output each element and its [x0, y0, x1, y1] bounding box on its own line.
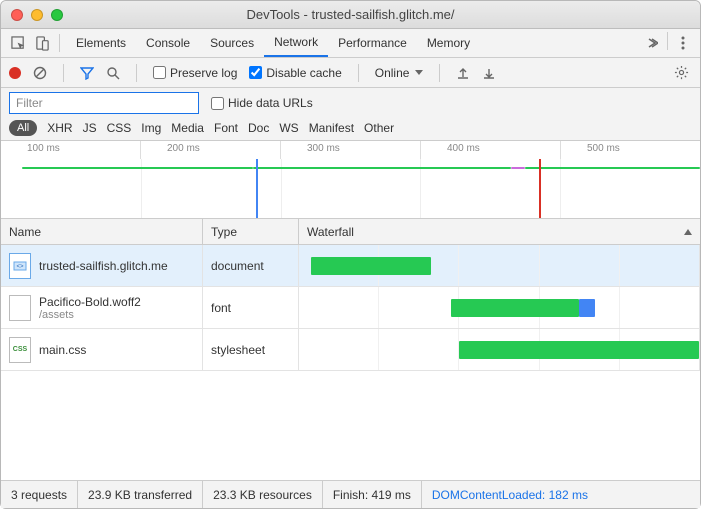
- request-name: main.css: [39, 343, 86, 357]
- clear-icon[interactable]: [33, 66, 47, 80]
- settings-gear-icon[interactable]: [670, 62, 692, 84]
- tab-sources[interactable]: Sources: [200, 29, 264, 57]
- col-waterfall[interactable]: Waterfall: [299, 219, 700, 244]
- status-finish: Finish: 419 ms: [323, 481, 422, 508]
- throttling-value: Online: [375, 66, 410, 80]
- disable-cache-label: Disable cache: [266, 66, 341, 80]
- device-toggle-icon[interactable]: [31, 32, 53, 54]
- tab-elements[interactable]: Elements: [66, 29, 136, 57]
- preserve-log-label: Preserve log: [170, 66, 237, 80]
- timeline-overview[interactable]: 100 ms 200 ms 300 ms 400 ms 500 ms: [1, 141, 700, 219]
- filter-js[interactable]: JS: [83, 121, 97, 135]
- panel-tabs: Elements Console Sources Network Perform…: [66, 29, 480, 57]
- filter-all[interactable]: All: [9, 120, 37, 136]
- col-type[interactable]: Type: [203, 219, 299, 244]
- filter-img[interactable]: Img: [141, 121, 161, 135]
- more-tabs-icon[interactable]: [641, 32, 663, 54]
- search-icon[interactable]: [106, 66, 120, 80]
- col-name[interactable]: Name: [1, 219, 203, 244]
- hide-data-urls-checkbox[interactable]: Hide data URLs: [211, 96, 313, 110]
- table-row[interactable]: CSS main.css stylesheet: [1, 329, 700, 371]
- tick-label: 300 ms: [280, 141, 420, 159]
- request-name: trusted-sailfish.glitch.me: [39, 259, 168, 273]
- waterfall-cell: [299, 245, 700, 286]
- table-row[interactable]: Pacifico-Bold.woff2/assets font: [1, 287, 700, 329]
- filter-other[interactable]: Other: [364, 121, 394, 135]
- status-bar: 3 requests 23.9 KB transferred 23.3 KB r…: [1, 480, 700, 508]
- filter-ws[interactable]: WS: [279, 121, 298, 135]
- request-type: font: [203, 287, 299, 328]
- devtools-window: DevTools - trusted-sailfish.glitch.me/ E…: [0, 0, 701, 509]
- status-requests: 3 requests: [1, 481, 78, 508]
- status-resources: 23.3 KB resources: [203, 481, 323, 508]
- hide-data-urls-label: Hide data URLs: [228, 96, 313, 110]
- tab-network[interactable]: Network: [264, 29, 328, 57]
- tick-label: 100 ms: [1, 141, 140, 159]
- grid-header: Name Type Waterfall: [1, 219, 700, 245]
- status-dcl: DOMContentLoaded: 182 ms: [422, 481, 598, 508]
- request-path: /assets: [39, 309, 141, 321]
- sort-asc-icon: [684, 229, 692, 235]
- tab-performance[interactable]: Performance: [328, 29, 417, 57]
- titlebar: DevTools - trusted-sailfish.glitch.me/: [1, 1, 700, 29]
- generic-file-icon: [9, 295, 31, 321]
- status-transferred: 23.9 KB transferred: [78, 481, 203, 508]
- network-toolbar: Preserve log Disable cache Online: [1, 58, 700, 88]
- tick-label: 500 ms: [560, 141, 700, 159]
- waterfall-cell: [299, 329, 700, 370]
- filter-bar: Hide data URLs All XHR JS CSS Img Media …: [1, 88, 700, 141]
- request-rows: <>trusted-sailfish.glitch.medocumentPaci…: [1, 245, 700, 480]
- upload-har-icon[interactable]: [456, 66, 470, 80]
- close-window-button[interactable]: [11, 9, 23, 21]
- filter-media[interactable]: Media: [171, 121, 204, 135]
- filter-doc[interactable]: Doc: [248, 121, 269, 135]
- resource-type-filters: All XHR JS CSS Img Media Font Doc WS Man…: [9, 120, 692, 136]
- download-har-icon[interactable]: [482, 66, 496, 80]
- request-type: document: [203, 245, 299, 286]
- waterfall-cell: [299, 287, 700, 328]
- svg-text:<>: <>: [16, 264, 24, 270]
- chevron-down-icon: [415, 70, 423, 75]
- window-controls: [11, 9, 63, 21]
- filter-input[interactable]: [9, 92, 199, 114]
- preserve-log-checkbox[interactable]: Preserve log: [153, 66, 237, 80]
- document-file-icon: <>: [9, 253, 31, 279]
- filter-css[interactable]: CSS: [107, 121, 132, 135]
- tick-label: 400 ms: [420, 141, 560, 159]
- minimize-window-button[interactable]: [31, 9, 43, 21]
- disable-cache-checkbox[interactable]: Disable cache: [249, 66, 341, 80]
- main-toolbar: Elements Console Sources Network Perform…: [1, 29, 700, 58]
- kebab-menu-icon[interactable]: [672, 32, 694, 54]
- request-name: Pacifico-Bold.woff2: [39, 295, 141, 309]
- record-button[interactable]: [9, 67, 21, 79]
- request-type: stylesheet: [203, 329, 299, 370]
- throttling-select[interactable]: Online: [375, 66, 424, 80]
- table-row[interactable]: <> trusted-sailfish.glitch.me document: [1, 245, 700, 287]
- filter-xhr[interactable]: XHR: [47, 121, 72, 135]
- css-file-icon: CSS: [9, 337, 31, 363]
- tab-console[interactable]: Console: [136, 29, 200, 57]
- filter-font[interactable]: Font: [214, 121, 238, 135]
- tab-memory[interactable]: Memory: [417, 29, 480, 57]
- inspect-icon[interactable]: [7, 32, 29, 54]
- tick-label: 200 ms: [140, 141, 280, 159]
- zoom-window-button[interactable]: [51, 9, 63, 21]
- filter-manifest[interactable]: Manifest: [309, 121, 354, 135]
- window-title: DevTools - trusted-sailfish.glitch.me/: [1, 7, 700, 22]
- filter-icon[interactable]: [80, 66, 94, 80]
